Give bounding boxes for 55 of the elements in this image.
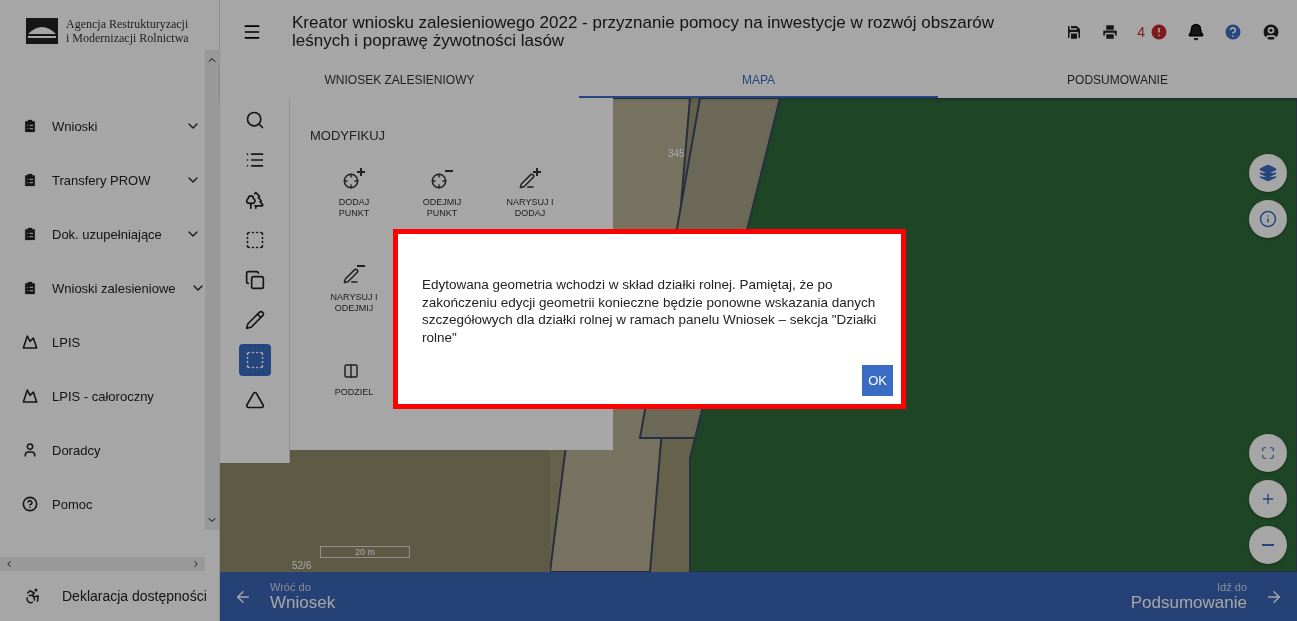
help-icon — [22, 496, 38, 512]
scroll-left-icon[interactable] — [4, 559, 14, 569]
clipboard-icon — [22, 280, 38, 296]
minus-icon — [1262, 544, 1274, 546]
point-minus-icon — [429, 167, 455, 191]
bell-icon[interactable] — [1187, 23, 1205, 41]
fullscreen-icon — [1261, 446, 1275, 460]
tab[interactable]: PODSUMOWANIE — [938, 64, 1297, 98]
vertical-scrollbar[interactable] — [205, 50, 219, 530]
horizontal-scrollbar[interactable] — [0, 557, 205, 571]
point-plus-icon — [341, 167, 367, 191]
tool-button[interactable]: ODEJMIJ PUNKT — [398, 167, 486, 220]
person-icon — [22, 442, 38, 458]
tab[interactable]: WNIOSEK ZALESIENIOWY — [220, 64, 579, 98]
tool-button[interactable]: NARYSUJ I DODAJ — [486, 167, 574, 220]
copy-icon — [244, 270, 265, 290]
mountain-icon — [22, 334, 38, 350]
triangle-ruler-icon — [244, 390, 265, 410]
logo-icon — [26, 18, 58, 44]
info-icon — [1259, 210, 1277, 228]
scroll-right-icon[interactable] — [191, 559, 201, 569]
tool-button[interactable]: DODAJ PUNKT — [310, 167, 398, 220]
back-button[interactable]: Wróć do Wniosek — [234, 580, 336, 613]
alert-icon[interactable] — [1149, 22, 1169, 42]
dashed-square-icon — [244, 350, 265, 370]
pen-plus-icon — [517, 167, 543, 191]
clipboard-icon — [22, 172, 38, 188]
dashed-square-icon — [244, 230, 265, 250]
account-icon[interactable] — [1261, 22, 1281, 42]
search-icon — [244, 110, 265, 130]
next-button[interactable]: Idź do Podsumowanie — [1130, 580, 1283, 613]
printer-icon[interactable] — [1101, 23, 1120, 41]
error-count: 4 — [1137, 24, 1145, 40]
window-title: Kreator wniosku zalesieniowego 2022 - przyznanie pomocy na inwestycje w rozwój obszarów leśnych i poprawę żywotności lasów — [292, 14, 996, 50]
scale-bar: 20 m — [320, 546, 410, 558]
help-icon[interactable] — [1223, 22, 1243, 42]
mountain-icon — [22, 388, 38, 404]
dialog-message: Edytowana geometria wchodzi w skład działki rolnej. Pamiętaj, że po zakończeniu edycji geometrii konieczne będzie ponowne wskazania danych szczegółowych dla działki rolnej w ramach panelu Wniosek – sekcja "Działki rolne" — [422, 276, 878, 347]
accessibility-icon — [24, 587, 42, 605]
clipboard-icon — [22, 226, 38, 242]
menu-icon[interactable] — [242, 22, 262, 42]
pen-minus-icon — [341, 262, 367, 286]
toolbar-button[interactable] — [238, 344, 271, 376]
accessibility-link[interactable]: Deklaracja dostępności — [0, 571, 219, 621]
trees-icon — [244, 190, 265, 210]
plus-icon — [1260, 491, 1276, 507]
pencil-icon — [244, 310, 265, 330]
layers-icon — [1259, 164, 1277, 182]
clipboard-icon — [22, 118, 38, 134]
parcel-label: 52/6 — [292, 560, 312, 571]
panel-title: MODYFIKUJ — [310, 128, 387, 143]
parcel-label: 345 — [668, 148, 685, 159]
logo-text: Agencja Restrukturyzacji i Modernizacji Rolnictwa — [66, 16, 189, 46]
ok-button[interactable]: OK — [862, 365, 893, 396]
list-icon — [244, 150, 265, 170]
